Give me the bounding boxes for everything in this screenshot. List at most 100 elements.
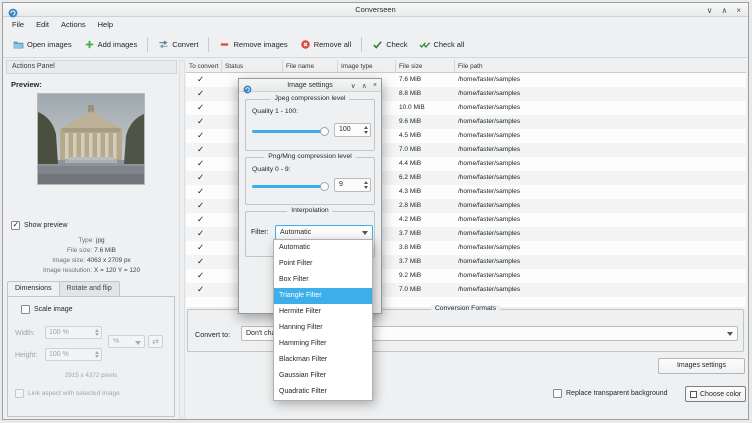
row-checked-icon[interactable]: ✓: [197, 101, 204, 114]
row-checked-icon[interactable]: ✓: [197, 241, 204, 254]
row-checked-icon[interactable]: ✓: [197, 199, 204, 212]
row-checked-icon[interactable]: ✓: [197, 213, 204, 226]
add-icon: [84, 39, 95, 50]
row-checked-icon[interactable]: ✓: [197, 73, 204, 86]
slider-handle[interactable]: [320, 182, 329, 191]
filter-option[interactable]: Blackman Filter: [274, 352, 372, 368]
menu-help[interactable]: Help: [92, 17, 119, 32]
column-header-image-type[interactable]: Image type: [338, 60, 396, 73]
row-file-size: 4.5 MiB: [399, 129, 421, 143]
row-file-path: /home/faster/samples: [458, 157, 520, 171]
info-type-label: Type:: [78, 237, 94, 244]
filter-option[interactable]: Hamming Filter: [274, 336, 372, 352]
replace-transparent-checkbox[interactable]: [553, 389, 562, 398]
row-checked-icon[interactable]: ✓: [197, 227, 204, 240]
remove-all-button[interactable]: Remove all: [294, 36, 358, 53]
spinbox-arrows-icon[interactable]: [95, 351, 99, 358]
menu-edit[interactable]: Edit: [30, 17, 55, 32]
preview-label: Preview:: [11, 80, 42, 89]
row-checked-icon[interactable]: ✓: [197, 87, 204, 100]
minimize-icon[interactable]: ∨: [707, 6, 713, 15]
remove-images-button[interactable]: Remove images: [213, 36, 293, 53]
menu-file[interactable]: File: [6, 17, 30, 32]
scale-image-row: Scale image: [21, 305, 73, 314]
dimensions-group: Scale image Width: 100 % % ⇄ Height: 100…: [7, 296, 175, 417]
column-header-file-size[interactable]: File size: [396, 60, 455, 73]
png-quality-slider[interactable]: [252, 181, 328, 191]
minimize-icon[interactable]: ∨: [351, 82, 356, 90]
row-file-size: 4.3 MiB: [399, 185, 421, 199]
panel-tabs: Dimensions Rotate and flip: [7, 281, 119, 297]
show-preview-checkbox[interactable]: ✓: [11, 221, 20, 230]
scale-image-checkbox[interactable]: [21, 305, 30, 314]
row-file-size: 6.2 MiB: [399, 171, 421, 185]
column-header-file-name[interactable]: File name: [283, 60, 338, 73]
jpeg-quality-slider[interactable]: [252, 126, 328, 136]
info-image-size: Image size:4063 x 2709 px: [6, 257, 177, 264]
filter-option[interactable]: Quadratic Filter: [274, 384, 372, 400]
dialog-titlebar[interactable]: Image settings ∨ ∧ ×: [239, 79, 381, 92]
row-file-path: /home/faster/samples: [458, 115, 520, 129]
row-checked-icon[interactable]: ✓: [197, 129, 204, 142]
png-quality-spinbox[interactable]: 9: [334, 178, 371, 192]
actions-panel-title[interactable]: Actions Panel: [6, 60, 177, 74]
row-file-path: /home/faster/samples: [458, 227, 520, 241]
height-label: Height:: [15, 352, 37, 359]
spinbox-arrows-icon[interactable]: [95, 329, 99, 336]
row-checked-icon[interactable]: ✓: [197, 269, 204, 282]
column-header-file-path[interactable]: File path: [455, 60, 746, 73]
width-spinbox[interactable]: 100 %: [45, 326, 102, 339]
row-checked-icon[interactable]: ✓: [197, 115, 204, 128]
close-icon[interactable]: ×: [373, 82, 377, 89]
column-header-to-convert[interactable]: To convert: [186, 60, 222, 73]
row-file-path: /home/faster/samples: [458, 185, 520, 199]
close-icon[interactable]: ×: [736, 6, 741, 15]
spinbox-arrows-icon[interactable]: [364, 181, 368, 189]
jpeg-quality-spinbox[interactable]: 100: [334, 123, 371, 137]
row-checked-icon[interactable]: ✓: [197, 157, 204, 170]
tab-rotate-and-flip[interactable]: Rotate and flip: [59, 281, 120, 297]
row-file-path: /home/faster/samples: [458, 87, 520, 101]
titlebar[interactable]: Converseen ∨ ∧ ×: [3, 3, 748, 17]
link-aspect-checkbox[interactable]: [15, 389, 24, 398]
filter-option[interactable]: Gaussian Filter: [274, 368, 372, 384]
spinbox-arrows-icon[interactable]: [364, 126, 368, 134]
choose-color-button[interactable]: Choose color: [685, 386, 746, 402]
filter-option-selected[interactable]: Triangle Filter: [274, 288, 372, 304]
maximize-icon[interactable]: ∧: [721, 6, 727, 15]
filter-option[interactable]: Automatic: [274, 240, 372, 256]
add-images-button[interactable]: Add images: [78, 36, 144, 53]
row-file-path: /home/faster/samples: [458, 171, 520, 185]
check-all-button[interactable]: Check all: [413, 36, 470, 53]
row-checked-icon[interactable]: ✓: [197, 143, 204, 156]
maximize-icon[interactable]: ∧: [362, 82, 367, 90]
open-folder-icon: [13, 39, 24, 50]
filter-option[interactable]: Point Filter: [274, 256, 372, 272]
swap-units-button[interactable]: ⇄: [148, 335, 163, 348]
filter-option[interactable]: Box Filter: [274, 272, 372, 288]
tab-dimensions[interactable]: Dimensions: [7, 281, 60, 297]
filter-combobox[interactable]: Automatic: [275, 225, 373, 240]
height-spinbox[interactable]: 100 %: [45, 348, 102, 361]
images-settings-button[interactable]: Images settings: [658, 358, 745, 374]
unit-combobox[interactable]: %: [108, 335, 145, 348]
color-swatch: [690, 391, 697, 398]
menu-actions[interactable]: Actions: [55, 17, 92, 32]
open-images-button[interactable]: Open images: [7, 36, 78, 53]
window-controls: ∨ ∧ ×: [707, 3, 741, 17]
slider-handle[interactable]: [320, 127, 329, 136]
row-checked-icon[interactable]: ✓: [197, 171, 204, 184]
chevron-down-icon: [727, 332, 733, 336]
slider-groove: [252, 130, 328, 133]
info-file-size: File size:7.6 MiB: [6, 247, 177, 254]
check-button[interactable]: Check: [366, 36, 413, 53]
column-header-status[interactable]: Status: [222, 60, 283, 73]
row-checked-icon[interactable]: ✓: [197, 185, 204, 198]
filter-option[interactable]: Hermite Filter: [274, 304, 372, 320]
panel-scrollbar[interactable]: [179, 60, 185, 418]
row-checked-icon[interactable]: ✓: [197, 255, 204, 268]
row-checked-icon[interactable]: ✓: [197, 283, 204, 296]
convert-button[interactable]: Convert: [152, 36, 204, 53]
filter-option[interactable]: Hanning Filter: [274, 320, 372, 336]
swap-icon: ⇄: [152, 337, 159, 346]
